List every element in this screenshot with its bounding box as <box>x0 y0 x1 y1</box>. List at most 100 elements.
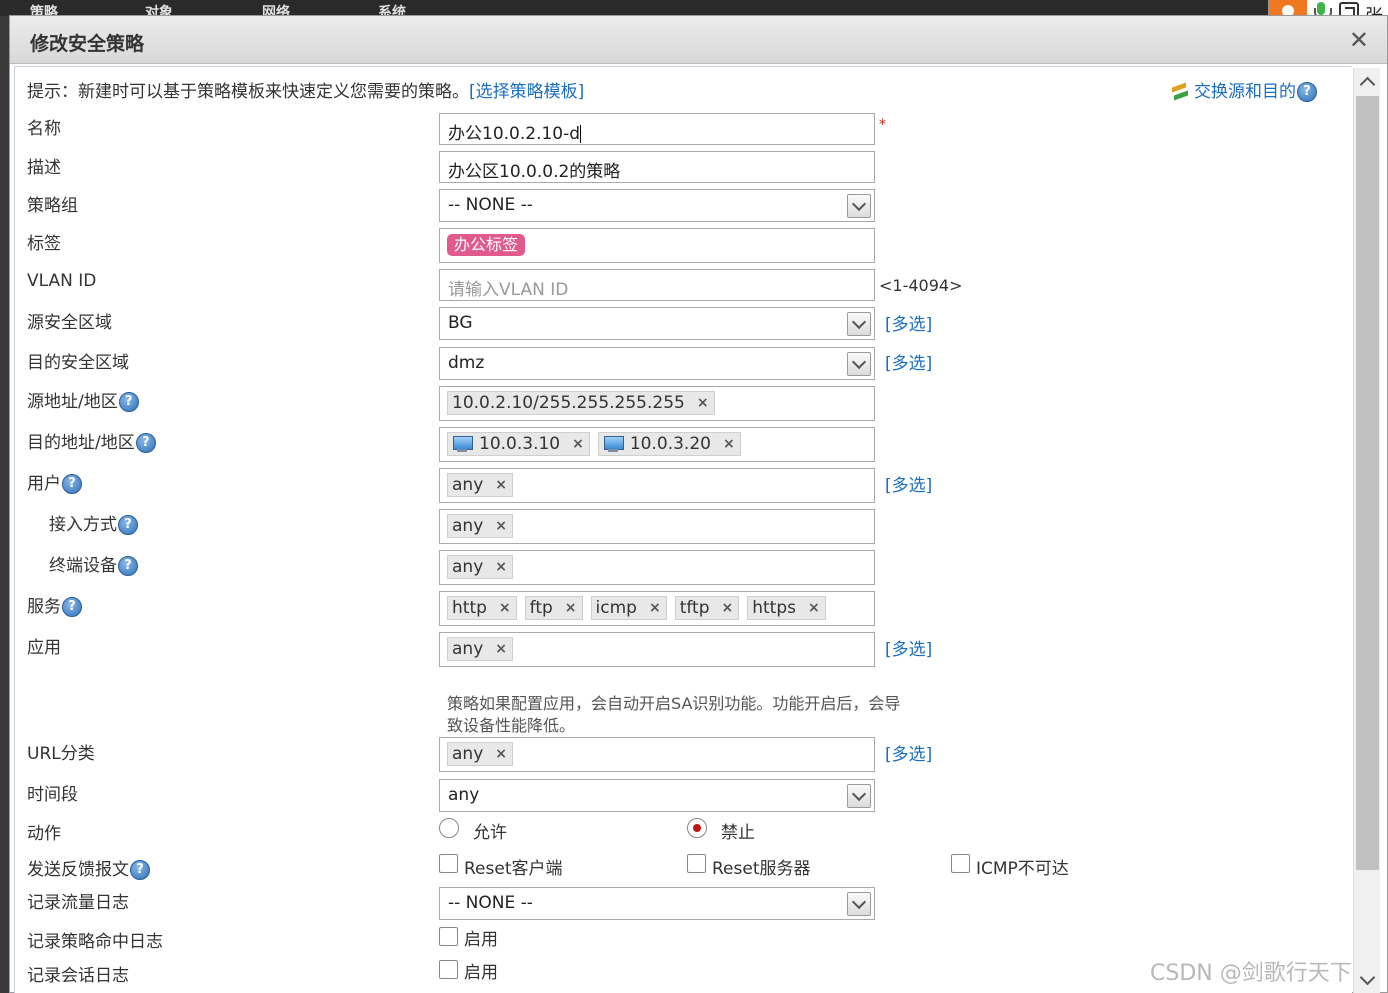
dialog-header: 修改安全策略 ✕ <box>10 16 1387 64</box>
scroll-up-icon[interactable] <box>1354 68 1381 96</box>
tag-chip[interactable]: 办公标签 <box>447 234 526 256</box>
swap-link[interactable]: 交换源和目的 <box>1194 82 1296 102</box>
remove-icon[interactable]: × <box>572 436 584 452</box>
remove-icon[interactable]: × <box>649 600 661 616</box>
scroll-down-icon[interactable] <box>1354 970 1381 993</box>
dst-addr-chip: 10.0.3.20 × <box>597 432 741 456</box>
help-icon[interactable]: ? <box>135 433 156 453</box>
vlan-placeholder: 请输入VLAN ID <box>448 280 569 300</box>
chevron-down-icon[interactable] <box>847 784 871 808</box>
scrollbar-thumb[interactable] <box>1356 96 1379 870</box>
dialog-body: 提示：新建时可以基于策略模板来快速定义您需要的策略。[选择策略模板] 交换源和目… <box>14 66 1352 993</box>
help-icon[interactable]: ? <box>130 860 150 880</box>
remove-icon[interactable]: × <box>495 559 507 575</box>
icmp-unreach-checkbox[interactable] <box>951 854 970 873</box>
chevron-down-icon[interactable] <box>847 312 871 336</box>
url-multi-link[interactable]: [多选] <box>885 740 932 765</box>
watermark: CSDN @剑歌行天下 <box>1150 961 1352 986</box>
access-chip: any × <box>447 514 513 538</box>
label-access: 接入方式? <box>49 510 138 535</box>
reset-client-checkbox[interactable] <box>439 854 458 873</box>
help-icon[interactable]: ? <box>1297 82 1317 102</box>
chevron-down-icon[interactable] <box>847 194 871 218</box>
remove-icon[interactable]: × <box>495 518 507 534</box>
label-time: 时间段 <box>27 785 78 805</box>
app-input[interactable]: any × <box>439 632 875 667</box>
tag-input[interactable]: 办公标签 <box>439 228 875 263</box>
label-dst-zone: 目的安全区域 <box>27 353 129 373</box>
dst-zone-select[interactable]: dmz <box>439 347 875 380</box>
label-terminal: 终端设备? <box>49 551 138 576</box>
dst-addr-input[interactable]: 10.0.3.10 × 10.0.3.20 × <box>439 427 875 462</box>
icmp-unreach-label: ICMP不可达 <box>976 859 1069 879</box>
user-multi-link[interactable]: [多选] <box>885 471 932 496</box>
label-service: 服务? <box>27 592 82 617</box>
label-vlan: VLAN ID <box>27 271 97 291</box>
remove-icon[interactable]: × <box>722 600 734 616</box>
help-icon[interactable]: ? <box>62 474 82 494</box>
name-input[interactable]: 办公10.0.2.10-d <box>439 113 875 145</box>
help-icon[interactable]: ? <box>62 597 82 617</box>
label-traffic-log: 记录流量日志 <box>27 893 129 913</box>
required-mark: * <box>879 117 886 133</box>
hit-log-checkbox[interactable] <box>439 927 458 946</box>
close-icon[interactable]: ✕ <box>1349 26 1369 54</box>
desc-input[interactable]: 办公区10.0.0.2的策略 <box>439 151 875 183</box>
terminal-chip: any × <box>447 555 513 579</box>
chevron-down-icon[interactable] <box>847 352 871 376</box>
vlan-input[interactable]: 请输入VLAN ID <box>439 269 875 301</box>
remove-icon[interactable]: × <box>808 600 820 616</box>
hint-prefix: 提示：新建时可以基于策略模板来快速定义您需要的策略。 <box>27 82 469 102</box>
remove-icon[interactable]: × <box>495 746 507 762</box>
help-icon[interactable]: ? <box>118 556 138 576</box>
src-addr-input[interactable]: 10.0.2.10/255.255.255.255 × <box>439 386 875 421</box>
service-chip: icmp × <box>590 596 667 620</box>
modify-security-policy-dialog: 修改安全策略 ✕ 提示：新建时可以基于策略模板来快速定义您需要的策略。[选择策略… <box>9 15 1388 993</box>
vertical-scrollbar[interactable] <box>1353 68 1380 993</box>
vlan-range: <1-4094> <box>879 276 963 295</box>
remove-icon[interactable]: × <box>495 477 507 493</box>
select-template-link[interactable]: [选择策略模板] <box>469 82 584 102</box>
label-session-log: 记录会话日志 <box>27 966 129 986</box>
src-zone-multi-link[interactable]: [多选] <box>885 310 932 335</box>
help-icon[interactable]: ? <box>118 392 139 412</box>
remove-icon[interactable]: × <box>723 436 735 452</box>
reset-server-checkbox[interactable] <box>687 854 706 873</box>
help-icon[interactable]: ? <box>118 515 138 535</box>
dst-zone-multi-link[interactable]: [多选] <box>885 349 932 374</box>
remove-icon[interactable]: × <box>495 641 507 657</box>
action-allow-radio[interactable] <box>439 818 459 838</box>
label-dst-addr: 目的地址/地区? <box>27 428 156 453</box>
group-select[interactable]: -- NONE -- <box>439 189 875 222</box>
remove-icon[interactable]: × <box>697 395 709 411</box>
service-chip: https × <box>747 596 826 620</box>
traffic-log-select[interactable]: -- NONE -- <box>439 887 875 920</box>
time-select[interactable]: any <box>439 779 875 812</box>
url-input[interactable]: any × <box>439 737 875 772</box>
user-input[interactable]: any × <box>439 468 875 503</box>
service-input[interactable]: http × ftp × icmp × tftp × https × <box>439 591 875 626</box>
action-deny-radio[interactable] <box>687 818 707 838</box>
label-src-addr: 源地址/地区? <box>27 387 139 412</box>
name-value: 办公10.0.2.10-d <box>448 124 581 144</box>
chevron-down-icon[interactable] <box>847 892 871 916</box>
time-value: any <box>448 785 480 805</box>
label-url: URL分类 <box>27 744 95 764</box>
label-name: 名称 <box>27 119 61 139</box>
terminal-input[interactable]: any × <box>439 550 875 585</box>
swap-icon <box>1170 84 1190 100</box>
remove-icon[interactable]: × <box>499 600 511 616</box>
group-value: -- NONE -- <box>448 195 533 215</box>
swap-src-dst[interactable]: 交换源和目的? <box>1170 77 1317 102</box>
traffic-log-value: -- NONE -- <box>448 893 533 913</box>
computer-icon <box>452 436 474 452</box>
label-action: 动作 <box>27 824 61 844</box>
app-multi-link[interactable]: [多选] <box>885 635 932 660</box>
dst-addr-chip: 10.0.3.10 × <box>447 432 590 456</box>
label-desc: 描述 <box>27 158 61 178</box>
remove-icon[interactable]: × <box>565 600 577 616</box>
access-input[interactable]: any × <box>439 509 875 544</box>
src-zone-select[interactable]: BG <box>439 307 875 340</box>
session-log-checkbox[interactable] <box>439 960 458 979</box>
action-allow-label: 允许 <box>473 823 507 843</box>
